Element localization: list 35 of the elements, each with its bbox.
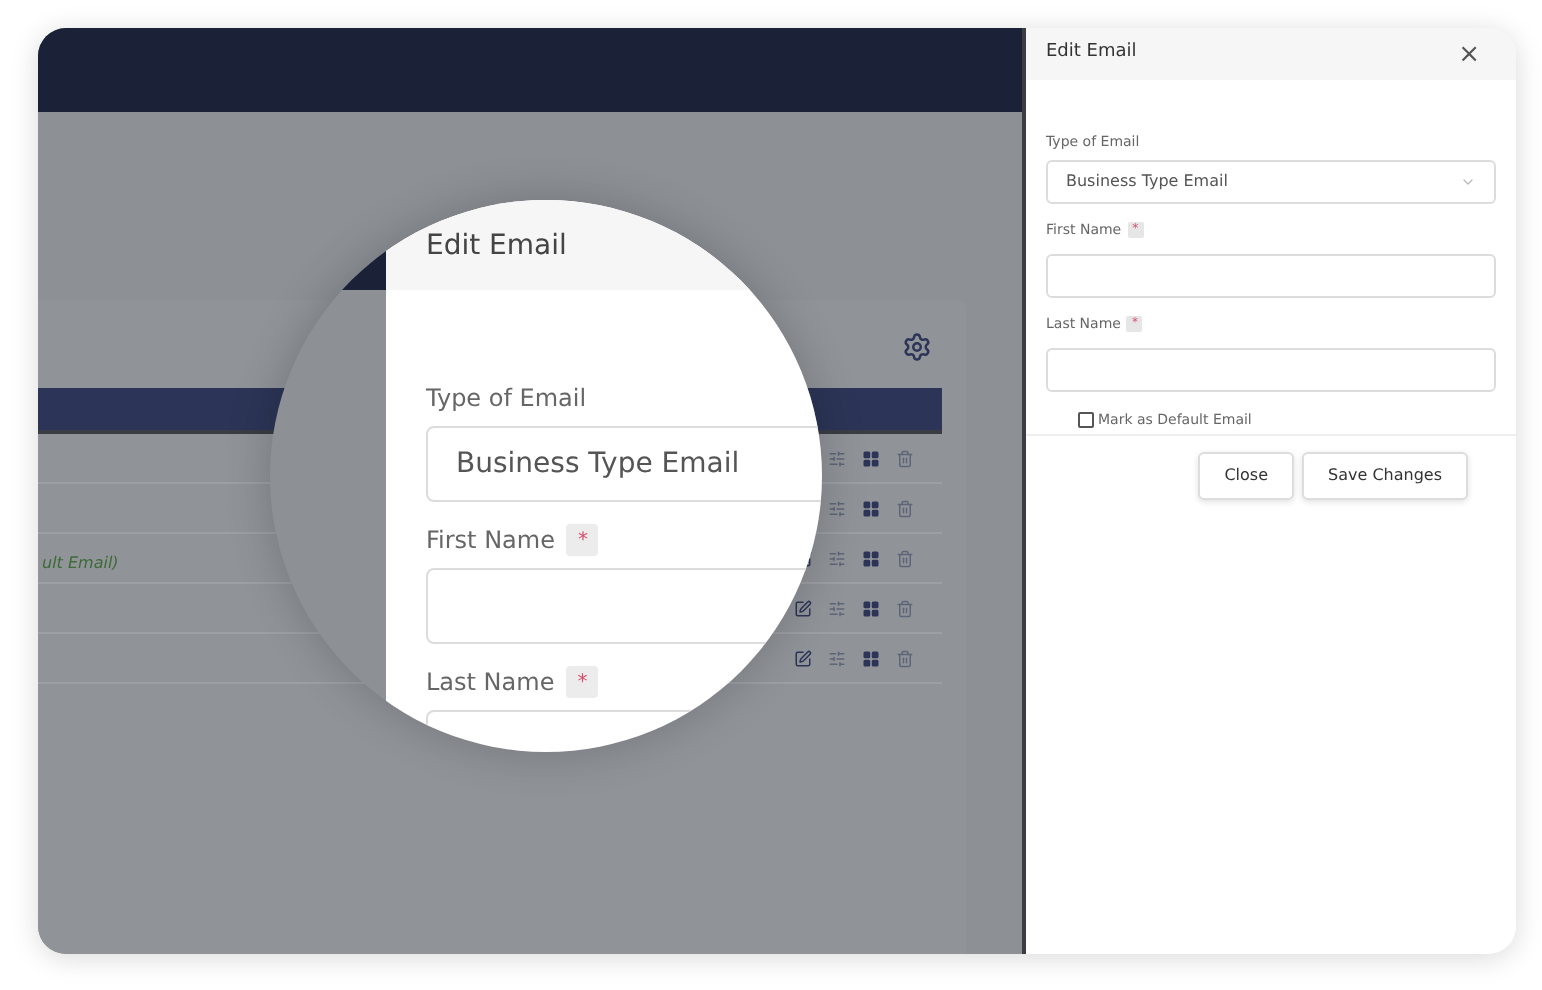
sliders-icon[interactable] (828, 449, 846, 467)
email-type-select[interactable]: Business Type Email (1046, 159, 1496, 203)
input-field[interactable] (1046, 253, 1496, 297)
sliders-icon[interactable] (828, 599, 846, 617)
trash-icon[interactable] (896, 499, 914, 517)
trash-icon[interactable] (896, 449, 914, 467)
grid-icon[interactable] (862, 599, 880, 617)
required-marker: * (566, 524, 599, 556)
edit-icon[interactable] (794, 649, 812, 667)
grid-icon[interactable] (862, 549, 880, 567)
grid-icon[interactable] (862, 449, 880, 467)
sliders-icon[interactable] (828, 649, 846, 667)
magnified-title: Edit Email (426, 228, 567, 266)
magnified-label: Last Name (426, 666, 555, 700)
sliders-icon[interactable] (828, 549, 846, 567)
panel-title: Edit Email (1046, 40, 1137, 67)
required-marker: * (566, 666, 599, 698)
save-changes-button[interactable]: Save Changes (1302, 452, 1468, 500)
select-value: Business Type Email (1066, 169, 1228, 193)
magnified-label: Type of Email (426, 382, 587, 416)
trash-icon[interactable] (896, 549, 914, 567)
settings-icon[interactable] (902, 332, 932, 362)
default-checkbox[interactable] (1078, 411, 1094, 428)
input-field[interactable] (1046, 347, 1496, 391)
default-email-note: ult Email) (42, 554, 119, 572)
close-button[interactable]: × (1458, 41, 1480, 67)
magnified-value: Business Type Email (456, 445, 740, 483)
grid-icon[interactable] (862, 499, 880, 517)
trash-icon[interactable] (896, 599, 914, 617)
magnified-label: First Name (426, 524, 555, 558)
trash-icon[interactable] (896, 649, 914, 667)
edit-icon[interactable] (794, 599, 812, 617)
close-action-button[interactable]: Close (1198, 452, 1295, 500)
sliders-icon[interactable] (828, 499, 846, 517)
grid-icon[interactable] (862, 649, 880, 667)
